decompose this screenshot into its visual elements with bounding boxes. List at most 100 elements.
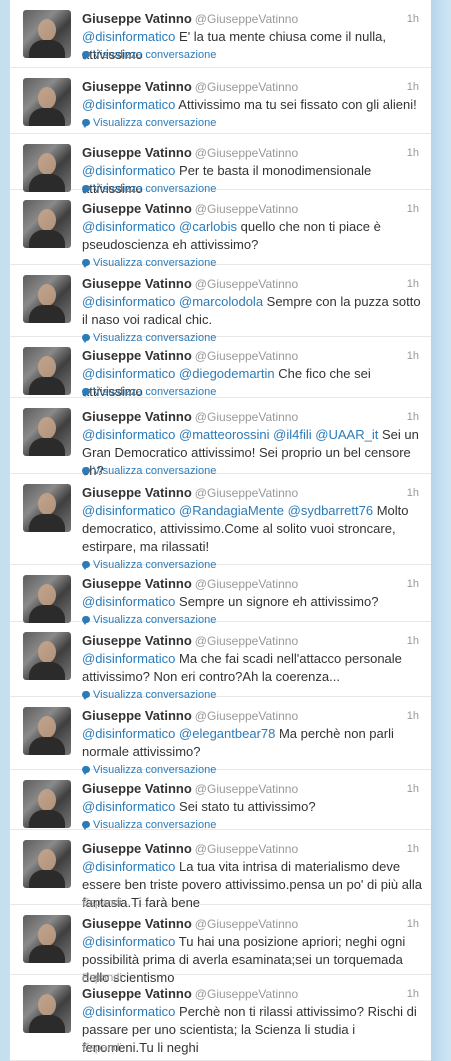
tweet-item[interactable]: Giuseppe Vatinno @GiuseppeVatinno 1h @disin… bbox=[10, 830, 431, 910]
author-name[interactable]: Giuseppe Vatinno bbox=[82, 276, 192, 291]
author-name[interactable]: Giuseppe Vatinno bbox=[82, 781, 192, 796]
avatar[interactable] bbox=[23, 575, 71, 623]
tweet-item[interactable]: Giuseppe Vatinno @GiuseppeVatinno 1h @disin… bbox=[10, 697, 431, 776]
tweet-time[interactable]: 1h bbox=[407, 11, 419, 27]
author-name[interactable]: Giuseppe Vatinno bbox=[82, 348, 192, 363]
tweet-time[interactable]: 1h bbox=[407, 576, 419, 592]
tweet-item[interactable]: Giuseppe Vatinno @GiuseppeVatinno 1h @disin… bbox=[10, 68, 431, 134]
author-name[interactable]: Giuseppe Vatinno bbox=[82, 409, 192, 424]
mention-link[interactable]: @carlobis bbox=[179, 219, 237, 234]
avatar[interactable] bbox=[23, 985, 71, 1033]
tweet-item[interactable]: Giuseppe Vatinno @GiuseppeVatinno 1h @disin… bbox=[10, 474, 431, 571]
author-handle[interactable]: @GiuseppeVatinno bbox=[195, 987, 298, 1001]
tweet-time[interactable]: 1h bbox=[407, 986, 419, 1002]
mention-link[interactable]: @disinformatico bbox=[82, 29, 175, 44]
author-handle[interactable]: @GiuseppeVatinno bbox=[195, 80, 298, 94]
author-handle[interactable]: @GiuseppeVatinno bbox=[195, 486, 298, 500]
tweet-time[interactable]: 1h bbox=[407, 633, 419, 649]
tweet-item[interactable]: Giuseppe Vatinno @GiuseppeVatinno 1h @disin… bbox=[10, 622, 431, 701]
tweet-time[interactable]: 1h bbox=[407, 781, 419, 797]
mention-link[interactable]: @disinformatico bbox=[82, 1004, 175, 1019]
mention-link[interactable]: @disinformatico bbox=[82, 503, 175, 518]
author-name[interactable]: Giuseppe Vatinno bbox=[82, 145, 192, 160]
author-handle[interactable]: @GiuseppeVatinno bbox=[195, 12, 298, 26]
mention-link[interactable]: @disinformatico bbox=[82, 366, 175, 381]
tweet-item[interactable]: Giuseppe Vatinno @GiuseppeVatinno 1h @disin… bbox=[10, 398, 431, 478]
avatar[interactable] bbox=[23, 10, 71, 58]
tweet-item[interactable]: Giuseppe Vatinno @GiuseppeVatinno 1h @disin… bbox=[10, 0, 431, 68]
view-conversation-link[interactable]: Visualizza conversazione bbox=[82, 385, 216, 399]
mention-link[interactable]: @elegantbear78 bbox=[179, 726, 275, 741]
author-name[interactable]: Giuseppe Vatinno bbox=[82, 79, 192, 94]
author-name[interactable]: Giuseppe Vatinno bbox=[82, 841, 192, 856]
author-handle[interactable]: @GiuseppeVatinno bbox=[195, 634, 298, 648]
avatar[interactable] bbox=[23, 484, 71, 532]
author-name[interactable]: Giuseppe Vatinno bbox=[82, 986, 192, 1001]
tweet-item[interactable]: Giuseppe Vatinno @GiuseppeVatinno 1h @disin… bbox=[10, 134, 431, 196]
author-name[interactable]: Giuseppe Vatinno bbox=[82, 633, 192, 648]
mention-link[interactable]: @diegodemartin bbox=[179, 366, 275, 381]
avatar[interactable] bbox=[23, 915, 71, 963]
tweet-time[interactable]: 1h bbox=[407, 145, 419, 161]
mention-link[interactable]: @disinformatico bbox=[82, 651, 175, 666]
avatar[interactable] bbox=[23, 408, 71, 456]
tweet-time[interactable]: 1h bbox=[407, 348, 419, 364]
tweet-time[interactable]: 1h bbox=[407, 708, 419, 724]
view-conversation-link[interactable]: Visualizza conversazione bbox=[82, 116, 216, 130]
author-handle[interactable]: @GiuseppeVatinno bbox=[195, 202, 298, 216]
author-handle[interactable]: @GiuseppeVatinno bbox=[195, 410, 298, 424]
mention-link[interactable]: @disinformatico bbox=[82, 219, 175, 234]
mention-link[interactable]: @sydbarrett76 bbox=[288, 503, 373, 518]
tweet-item[interactable]: Giuseppe Vatinno @GiuseppeVatinno 1h @disin… bbox=[10, 975, 431, 1061]
mention-link[interactable]: @disinformatico bbox=[82, 859, 175, 874]
author-name[interactable]: Giuseppe Vatinno bbox=[82, 708, 192, 723]
avatar[interactable] bbox=[23, 78, 71, 126]
author-handle[interactable]: @GiuseppeVatinno bbox=[195, 577, 298, 591]
tweet-item[interactable]: Giuseppe Vatinno @GiuseppeVatinno 1h @disin… bbox=[10, 265, 431, 344]
author-handle[interactable]: @GiuseppeVatinno bbox=[195, 782, 298, 796]
mention-link[interactable]: @RandagiaMente bbox=[179, 503, 284, 518]
tweet-time[interactable]: 1h bbox=[407, 409, 419, 425]
avatar[interactable] bbox=[23, 780, 71, 828]
avatar[interactable] bbox=[23, 275, 71, 323]
author-handle[interactable]: @GiuseppeVatinno bbox=[195, 146, 298, 160]
tweet-time[interactable]: 1h bbox=[407, 841, 419, 857]
author-handle[interactable]: @GiuseppeVatinno bbox=[195, 917, 298, 931]
author-name[interactable]: Giuseppe Vatinno bbox=[82, 11, 192, 26]
avatar[interactable] bbox=[23, 144, 71, 192]
mention-link[interactable]: @disinformatico bbox=[82, 97, 175, 112]
avatar[interactable] bbox=[23, 347, 71, 395]
avatar[interactable] bbox=[23, 840, 71, 888]
mention-link[interactable]: @disinformatico bbox=[82, 934, 175, 949]
mention-link[interactable]: @UAAR_it bbox=[315, 427, 378, 442]
tweet-item[interactable]: Giuseppe Vatinno @GiuseppeVatinno 1h @disin… bbox=[10, 190, 431, 269]
expand-link[interactable]: Espandi bbox=[82, 1041, 122, 1055]
mention-link[interactable]: @disinformatico bbox=[82, 594, 175, 609]
author-handle[interactable]: @GiuseppeVatinno bbox=[195, 709, 298, 723]
scrollbar[interactable] bbox=[431, 0, 451, 1061]
tweet-time[interactable]: 1h bbox=[407, 276, 419, 292]
mention-link[interactable]: @disinformatico bbox=[82, 726, 175, 741]
tweet-time[interactable]: 1h bbox=[407, 201, 419, 217]
tweet-item[interactable]: Giuseppe Vatinno @GiuseppeVatinno 1h @disin… bbox=[10, 565, 431, 626]
tweet-item[interactable]: Giuseppe Vatinno @GiuseppeVatinno 1h @disin… bbox=[10, 770, 431, 831]
mention-link[interactable]: @matteorossini bbox=[179, 427, 270, 442]
avatar[interactable] bbox=[23, 200, 71, 248]
mention-link[interactable]: @disinformatico bbox=[82, 427, 175, 442]
tweet-time[interactable]: 1h bbox=[407, 916, 419, 932]
author-handle[interactable]: @GiuseppeVatinno bbox=[195, 842, 298, 856]
author-name[interactable]: Giuseppe Vatinno bbox=[82, 485, 192, 500]
mention-link[interactable]: @disinformatico bbox=[82, 799, 175, 814]
mention-link[interactable]: @il4fili bbox=[273, 427, 311, 442]
tweet-item[interactable]: Giuseppe Vatinno @GiuseppeVatinno 1h @disin… bbox=[10, 337, 431, 399]
author-handle[interactable]: @GiuseppeVatinno bbox=[195, 277, 298, 291]
author-handle[interactable]: @GiuseppeVatinno bbox=[195, 349, 298, 363]
mention-link[interactable]: @disinformatico bbox=[82, 294, 175, 309]
author-name[interactable]: Giuseppe Vatinno bbox=[82, 576, 192, 591]
tweet-time[interactable]: 1h bbox=[407, 485, 419, 501]
mention-link[interactable]: @disinformatico bbox=[82, 163, 175, 178]
tweet-time[interactable]: 1h bbox=[407, 79, 419, 95]
author-name[interactable]: Giuseppe Vatinno bbox=[82, 201, 192, 216]
avatar[interactable] bbox=[23, 632, 71, 680]
avatar[interactable] bbox=[23, 707, 71, 755]
